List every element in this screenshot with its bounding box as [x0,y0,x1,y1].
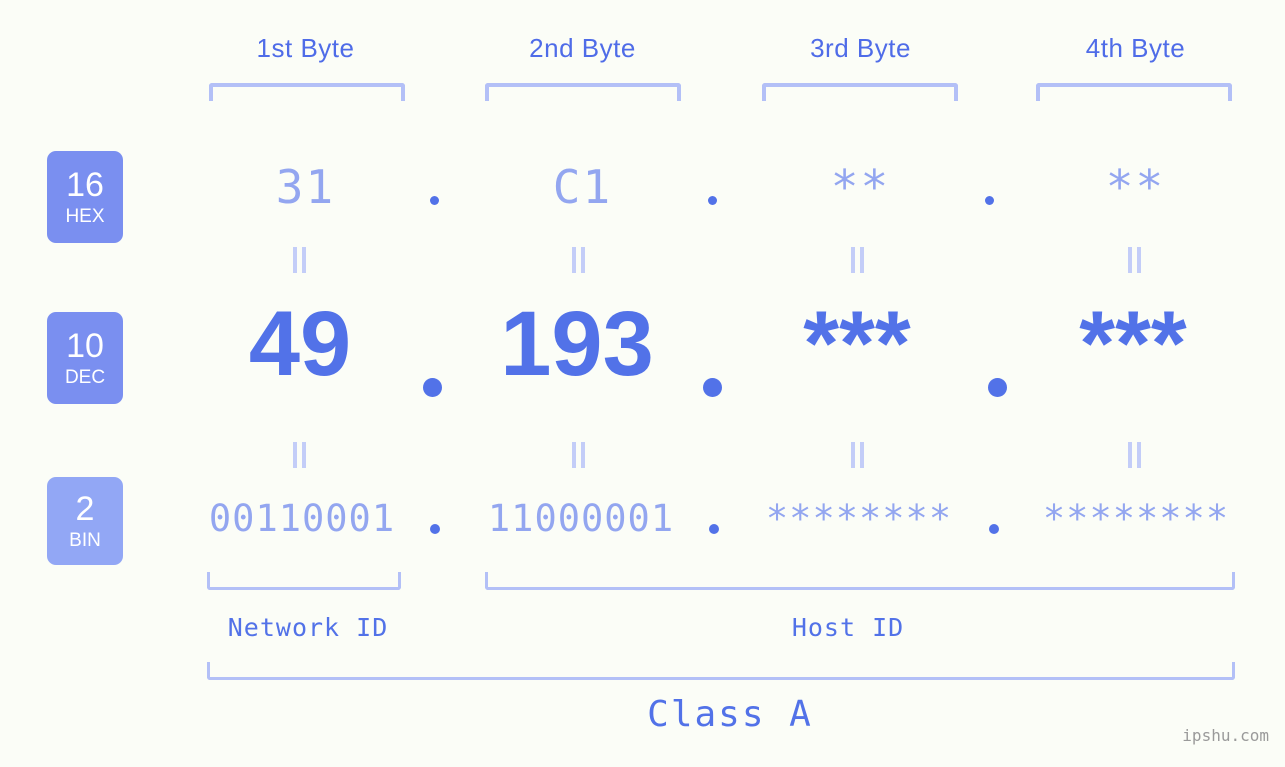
dec-byte-1: 49 [248,293,352,395]
bin-separator-dot-3 [989,524,999,534]
equals-mark-1-3 [851,247,865,273]
ip-address-breakdown-diagram: 1st Byte 2nd Byte 3rd Byte 4th Byte 16 H… [0,0,1285,767]
hex-separator-dot-3 [985,196,994,205]
equals-mark-2-2 [572,442,586,468]
bin-byte-1: 00110001 [208,497,396,540]
base-badge-bin: 2 BIN [47,477,123,565]
bin-separator-dot-1 [430,524,440,534]
class-bracket [207,662,1235,680]
dec-byte-2: 193 [500,293,654,395]
base-badge-dec: 10 DEC [47,312,123,404]
byte-header-4: 4th Byte [1085,33,1186,63]
base-badge-bin-number: 2 [75,490,95,528]
hex-byte-1: 31 [275,160,336,214]
equals-mark-1-4 [1128,247,1142,273]
host-id-bracket [485,572,1235,590]
dec-separator-dot-1 [423,378,442,397]
hex-separator-dot-2 [708,196,717,205]
dec-separator-dot-3 [988,378,1007,397]
bin-byte-3: ******** [765,497,953,540]
dec-byte-4: *** [1079,293,1187,395]
byte-bracket-2 [485,83,681,101]
bin-byte-4: ******** [1042,497,1230,540]
byte-bracket-4 [1036,83,1232,101]
dec-separator-dot-2 [703,378,722,397]
hex-separator-dot-1 [430,196,439,205]
base-badge-hex-number: 16 [66,166,104,204]
class-label: Class A [647,694,813,735]
equals-mark-2-4 [1128,442,1142,468]
hex-byte-3: ** [830,160,891,214]
byte-header-2: 2nd Byte [529,33,636,63]
byte-header-1: 1st Byte [256,33,355,63]
equals-mark-1-1 [293,247,307,273]
bin-byte-2: 11000001 [487,497,675,540]
host-id-label: Host ID [791,613,905,642]
base-badge-dec-number: 10 [66,327,104,365]
hex-byte-2: C1 [552,160,613,214]
byte-header-3: 3rd Byte [810,33,911,63]
base-badge-dec-name: DEC [64,367,106,388]
network-id-label: Network ID [227,613,389,642]
equals-mark-2-1 [293,442,307,468]
equals-mark-1-2 [572,247,586,273]
base-badge-hex: 16 HEX [47,151,123,243]
byte-bracket-3 [762,83,958,101]
byte-bracket-1 [209,83,405,101]
network-id-bracket [207,572,401,590]
hex-byte-4: ** [1105,160,1166,214]
bin-separator-dot-2 [709,524,719,534]
equals-mark-2-3 [851,442,865,468]
base-badge-hex-name: HEX [65,206,105,227]
base-badge-bin-name: BIN [69,530,101,551]
watermark: ipshu.com [1182,726,1269,745]
dec-byte-3: *** [803,293,911,395]
